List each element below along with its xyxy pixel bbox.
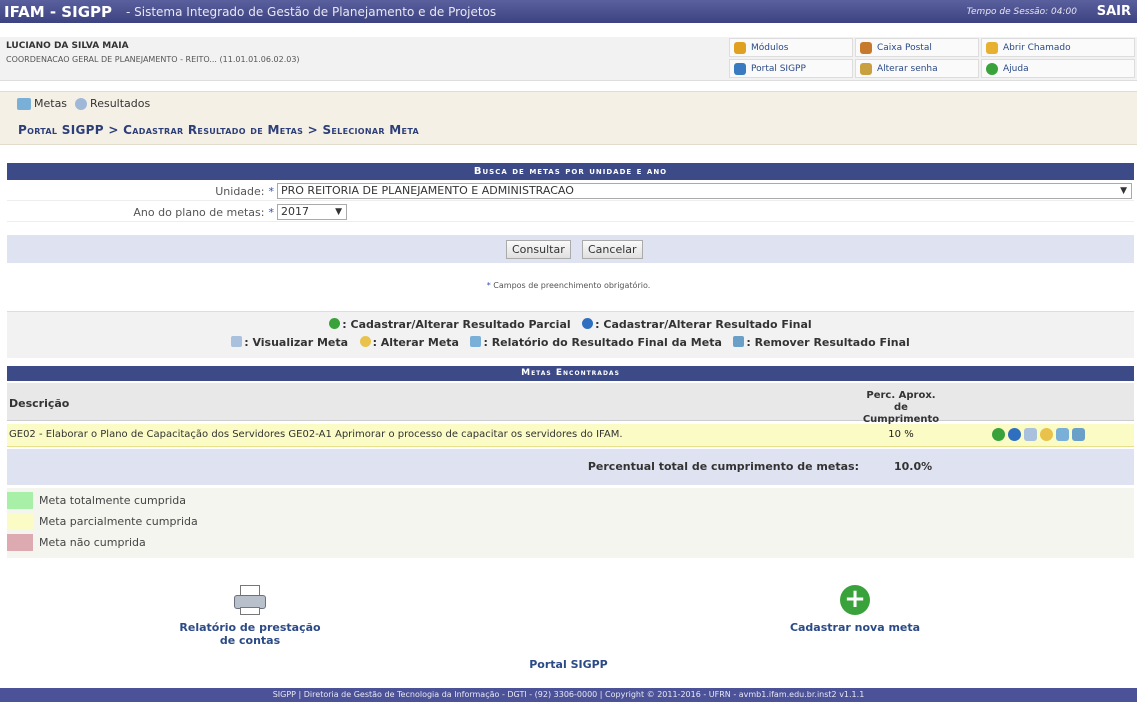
mailbox-icon bbox=[860, 41, 872, 54]
row-percent: 10 % bbox=[888, 429, 914, 440]
row-description: GE02 - Elaborar o Plano de Capacitação d… bbox=[9, 429, 623, 440]
edit-icon bbox=[359, 336, 371, 347]
trash-icon bbox=[733, 336, 745, 347]
ticket-icon bbox=[986, 41, 998, 54]
legend-line-1: : Cadastrar/Alterar Resultado Parcial : … bbox=[7, 318, 1134, 331]
table-row: GE02 - Elaborar o Plano de Capacitação d… bbox=[7, 424, 1134, 447]
portal-label: Portal SIGPP bbox=[751, 63, 806, 74]
user-name: LUCIANO DA SILVA MAIA bbox=[6, 41, 129, 51]
modules-link[interactable]: Módulos bbox=[729, 38, 853, 57]
report-icon[interactable] bbox=[1056, 428, 1069, 441]
unidade-select[interactable]: PRO REITORIA DE PLANEJAMENTO E ADMINISTR… bbox=[277, 183, 1132, 199]
trash-icon[interactable] bbox=[1072, 428, 1085, 441]
modules-icon bbox=[734, 41, 746, 54]
portal-link[interactable]: Portal SIGPP bbox=[729, 59, 853, 78]
mailbox-label: Caixa Postal bbox=[877, 42, 932, 53]
portal-icon bbox=[734, 62, 746, 75]
footer-links: Relatório de prestação de contas + Cadas… bbox=[0, 585, 1137, 647]
breadcrumb: Portal SIGPP > Cadastrar Resultado de Me… bbox=[0, 115, 1137, 145]
report-label: Relatório de prestação de contas bbox=[179, 621, 321, 647]
open-ticket-label: Abrir Chamado bbox=[1003, 42, 1071, 53]
help-icon bbox=[986, 62, 998, 75]
metas-icon bbox=[17, 97, 31, 110]
report-link[interactable]: Relatório de prestação de contas bbox=[170, 585, 330, 647]
status-legend: Meta totalmente cumprida Meta parcialmen… bbox=[7, 488, 1134, 558]
resultados-menu[interactable]: Resultados bbox=[75, 97, 150, 110]
col-description: Descrição bbox=[9, 397, 70, 410]
legend-full: Meta totalmente cumprida bbox=[7, 492, 186, 509]
total-label: Percentual total de cumprimento de metas… bbox=[587, 460, 859, 473]
total-bar: Percentual total de cumprimento de metas… bbox=[7, 449, 1134, 485]
report-icon bbox=[470, 336, 482, 347]
printer-icon bbox=[234, 585, 266, 615]
magnifier-icon bbox=[75, 97, 88, 110]
results-header: Descrição Perc. Aprox. de Cumprimento bbox=[7, 383, 1134, 425]
portal-footer-link[interactable]: Portal SIGPP bbox=[0, 658, 1137, 671]
ano-label: Ano do plano de metas: * bbox=[133, 206, 274, 219]
view-icon[interactable] bbox=[1024, 428, 1037, 441]
unidade-value: PRO REITORIA DE PLANEJAMENTO E ADMINISTR… bbox=[281, 184, 574, 197]
total-value: 10.0% bbox=[894, 460, 933, 473]
chevron-down-icon: ▼ bbox=[1120, 186, 1127, 196]
footer: SIGPP | Diretoria de Gestão de Tecnologi… bbox=[0, 688, 1137, 702]
swatch-partial bbox=[7, 513, 33, 530]
ano-row: Ano do plano de metas: * 2017 ▼ bbox=[7, 202, 1134, 222]
logout-link[interactable]: SAIR bbox=[1097, 4, 1131, 19]
final-result-icon bbox=[582, 318, 594, 329]
legend-none: Meta não cumprida bbox=[7, 534, 146, 551]
unidade-label: Unidade: * bbox=[215, 185, 274, 198]
module-toolbar: Metas Resultados bbox=[0, 91, 1137, 115]
metas-label: Metas bbox=[34, 97, 68, 110]
modules-label: Módulos bbox=[751, 42, 789, 53]
help-link[interactable]: Ajuda bbox=[981, 59, 1135, 78]
icon-legend: : Cadastrar/Alterar Resultado Parcial : … bbox=[7, 311, 1134, 358]
required-note: * Campos de preenchimento obrigatório. bbox=[486, 281, 651, 290]
final-result-icon[interactable] bbox=[1008, 428, 1021, 441]
swatch-full bbox=[7, 492, 33, 509]
ano-value: 2017 bbox=[281, 205, 309, 218]
partial-result-icon bbox=[329, 318, 341, 329]
swatch-none bbox=[7, 534, 33, 551]
search-form-title: Busca de metas por unidade e ano bbox=[7, 163, 1134, 180]
system-description: - Sistema Integrado de Gestão de Planeja… bbox=[126, 4, 497, 19]
resultados-label: Resultados bbox=[90, 97, 151, 110]
key-icon bbox=[860, 62, 872, 75]
new-goal-link[interactable]: + Cadastrar nova meta bbox=[765, 585, 945, 634]
row-actions bbox=[992, 428, 1088, 441]
legend-line-2: : Visualizar Meta : Alterar Meta : Relat… bbox=[7, 336, 1134, 349]
ano-select[interactable]: 2017 ▼ bbox=[277, 204, 347, 220]
change-password-label: Alterar senha bbox=[877, 63, 938, 74]
new-goal-label: Cadastrar nova meta bbox=[789, 621, 921, 634]
cancelar-button[interactable]: Cancelar bbox=[582, 240, 643, 259]
help-label: Ajuda bbox=[1003, 63, 1029, 74]
plus-icon: + bbox=[840, 585, 870, 615]
user-info-bar: LUCIANO DA SILVA MAIA COORDENACAO GERAL … bbox=[0, 37, 1137, 81]
unidade-row: Unidade: * PRO REITORIA DE PLANEJAMENTO E… bbox=[7, 181, 1134, 201]
partial-result-icon[interactable] bbox=[992, 428, 1005, 441]
chevron-down-icon: ▼ bbox=[335, 207, 342, 217]
user-unit: COORDENACAO GERAL DE PLANEJAMENTO - REIT… bbox=[6, 55, 300, 64]
change-password-link[interactable]: Alterar senha bbox=[855, 59, 979, 78]
system-title: IFAM - SIGPP bbox=[4, 2, 112, 21]
results-title: Metas Encontradas bbox=[7, 366, 1134, 381]
open-ticket-link[interactable]: Abrir Chamado bbox=[981, 38, 1135, 57]
view-icon bbox=[231, 336, 243, 347]
metas-menu[interactable]: Metas bbox=[17, 97, 67, 110]
col-percent: Perc. Aprox. de Cumprimento bbox=[862, 390, 940, 425]
consultar-button[interactable]: Consultar bbox=[506, 240, 571, 259]
form-buttons: Consultar Cancelar bbox=[7, 235, 1134, 263]
legend-partial: Meta parcialmente cumprida bbox=[7, 513, 198, 530]
edit-icon[interactable] bbox=[1040, 428, 1053, 441]
top-bar: IFAM - SIGPP - Sistema Integrado de Gest… bbox=[0, 0, 1137, 23]
session-timer: Tempo de Sessão: 04:00 bbox=[966, 6, 1077, 17]
mailbox-link[interactable]: Caixa Postal bbox=[855, 38, 979, 57]
